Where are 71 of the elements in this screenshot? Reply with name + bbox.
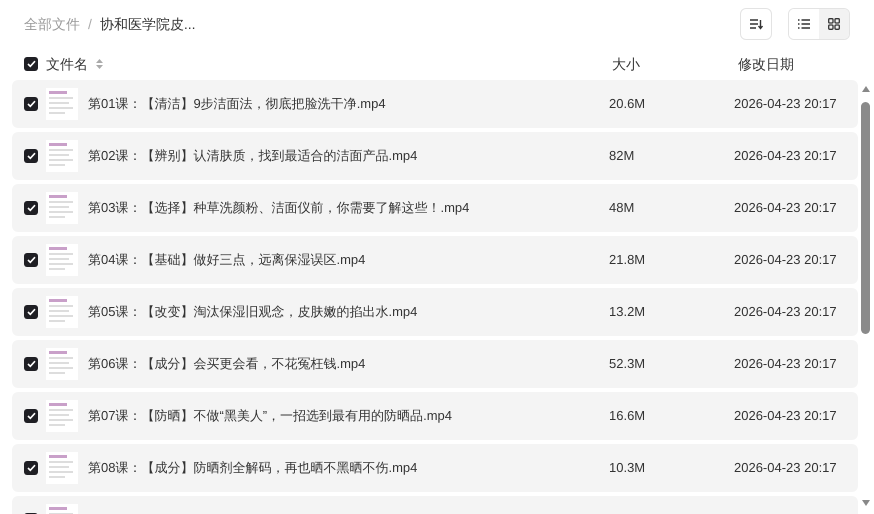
file-size: 20.6M [609, 95, 646, 114]
checkbox[interactable] [24, 409, 38, 423]
file-row[interactable]: 第02课：【辨别】认清肤质，找到最适合的洁面产品.mp4 82M 2026-04-23 20:17 [12, 132, 858, 180]
checkmark-icon [26, 256, 36, 264]
checkmark-icon [26, 152, 36, 160]
grid-view-button[interactable] [819, 9, 849, 39]
checkbox[interactable] [24, 357, 38, 371]
scroll-up-icon[interactable] [862, 86, 870, 92]
video-thumbnail [46, 348, 78, 380]
file-size: 52.3M [609, 355, 646, 374]
file-size: 21.8M [609, 251, 646, 270]
file-row[interactable]: 第03课：【选择】种草洗颜粉、洁面仪前，你需要了解这些！.mp4 48M 2026-04-23 20:17 [12, 184, 858, 232]
file-name: 第06课：【成分】会买更会看，不花冤枉钱.mp4 [88, 355, 366, 374]
column-header[interactable]: 文件名 [46, 54, 88, 74]
checkbox[interactable] [24, 97, 38, 111]
modified-date: 2026-04-23 20:17 [734, 95, 837, 114]
checkmark-icon [26, 412, 36, 420]
file-size: 13.2M [609, 303, 646, 322]
modified-date: 2026-04-23 20:17 [734, 251, 837, 270]
file-row[interactable]: 第01课：【清洁】9步洁面法，彻底把脸洗干净.mp4 20.6M 2026-04-23 20:17 [12, 80, 858, 128]
file-name: 第08课：【成分】防晒剂全解码，再也晒不黑晒不伤.mp4 [88, 459, 418, 478]
video-thumbnail [46, 244, 78, 276]
sort-icon [749, 18, 763, 30]
checkbox[interactable] [24, 253, 38, 267]
file-row[interactable]: 第08课：【成分】防晒剂全解码，再也晒不黑晒不伤.mp4 10.3M 2026-04-23 20:17 [12, 444, 858, 492]
file-row[interactable]: 第07课：【防晒】不做“黑美人”，一招选到最有用的防晒品.mp4 16.6M 2026-04-23 20:17 [12, 392, 858, 440]
file-name: 第03课：【选择】种草洗颜粉、洁面仪前，你需要了解这些！.mp4 [88, 199, 470, 218]
file-size: 82M [609, 147, 636, 166]
checkmark-icon [26, 100, 36, 108]
checkbox[interactable] [24, 461, 38, 475]
column-header[interactable]: 修改日期 [738, 54, 794, 74]
modified-date: 2026-04-23 20:17 [734, 459, 837, 478]
checkmark-icon [26, 464, 36, 472]
modified-date: 2026-04-23 20:17 [734, 355, 837, 374]
file-name: 第07课：【防晒】不做“黑美人”，一招选到最有用的防晒品.mp4 [88, 407, 452, 426]
checkbox[interactable] [24, 305, 38, 319]
checkmark-icon [26, 60, 36, 68]
grid-icon [828, 18, 840, 30]
checkmark-icon [26, 308, 36, 316]
checkbox[interactable] [24, 149, 38, 163]
scrollbar-thumb[interactable] [861, 102, 870, 334]
breadcrumb-separator: / [88, 14, 92, 34]
file-name: 第01课：【清洁】9步洁面法，彻底把脸洗干净.mp4 [88, 95, 386, 114]
file-name: 第05课：【改变】淘汰保湿旧观念，皮肤嫩的掐出水.mp4 [88, 303, 418, 322]
checkmark-icon [26, 360, 36, 368]
breadcrumb-link[interactable]: 协和医学院皮... [100, 14, 196, 34]
video-thumbnail [46, 88, 78, 120]
file-size: 16.6M [609, 407, 646, 426]
checkmark-icon [26, 204, 36, 212]
list-icon [798, 19, 810, 29]
file-size: 10.3M [609, 459, 646, 478]
video-thumbnail [46, 296, 78, 328]
modified-date: 2026-04-23 20:17 [734, 407, 837, 426]
modified-date: 2026-04-23 20:17 [734, 147, 837, 166]
file-name: 第02课：【辨别】认清肤质，找到最适合的洁面产品.mp4 [88, 147, 418, 166]
column-header[interactable]: 大小 [609, 54, 738, 74]
file-name: 第04课：【基础】做好三点，远离保湿误区.mp4 [88, 251, 366, 270]
video-thumbnail [46, 140, 78, 172]
checkbox[interactable] [24, 57, 38, 71]
file-row[interactable]: 第06课：【成分】会买更会看，不花冤枉钱.mp4 52.3M 2026-04-23 20:17 [12, 340, 858, 388]
scroll-down-icon[interactable] [862, 500, 870, 506]
checkbox[interactable] [24, 201, 38, 215]
file-row[interactable]: 第04课：【基础】做好三点，远离保湿误区.mp4 21.8M 2026-04-23 20:17 [12, 236, 858, 284]
video-thumbnail [46, 452, 78, 484]
video-thumbnail [46, 400, 78, 432]
sort-button[interactable] [740, 8, 772, 40]
file-row[interactable]: 第05课：【改变】淘汰保湿旧观念，皮肤嫩的掐出水.mp4 13.2M 2026-04-23 20:17 [12, 288, 858, 336]
modified-date: 2026-04-23 20:17 [734, 199, 837, 218]
file-size: 48M [609, 199, 636, 218]
modified-date: 2026-04-23 20:17 [734, 303, 837, 322]
video-thumbnail [46, 192, 78, 224]
